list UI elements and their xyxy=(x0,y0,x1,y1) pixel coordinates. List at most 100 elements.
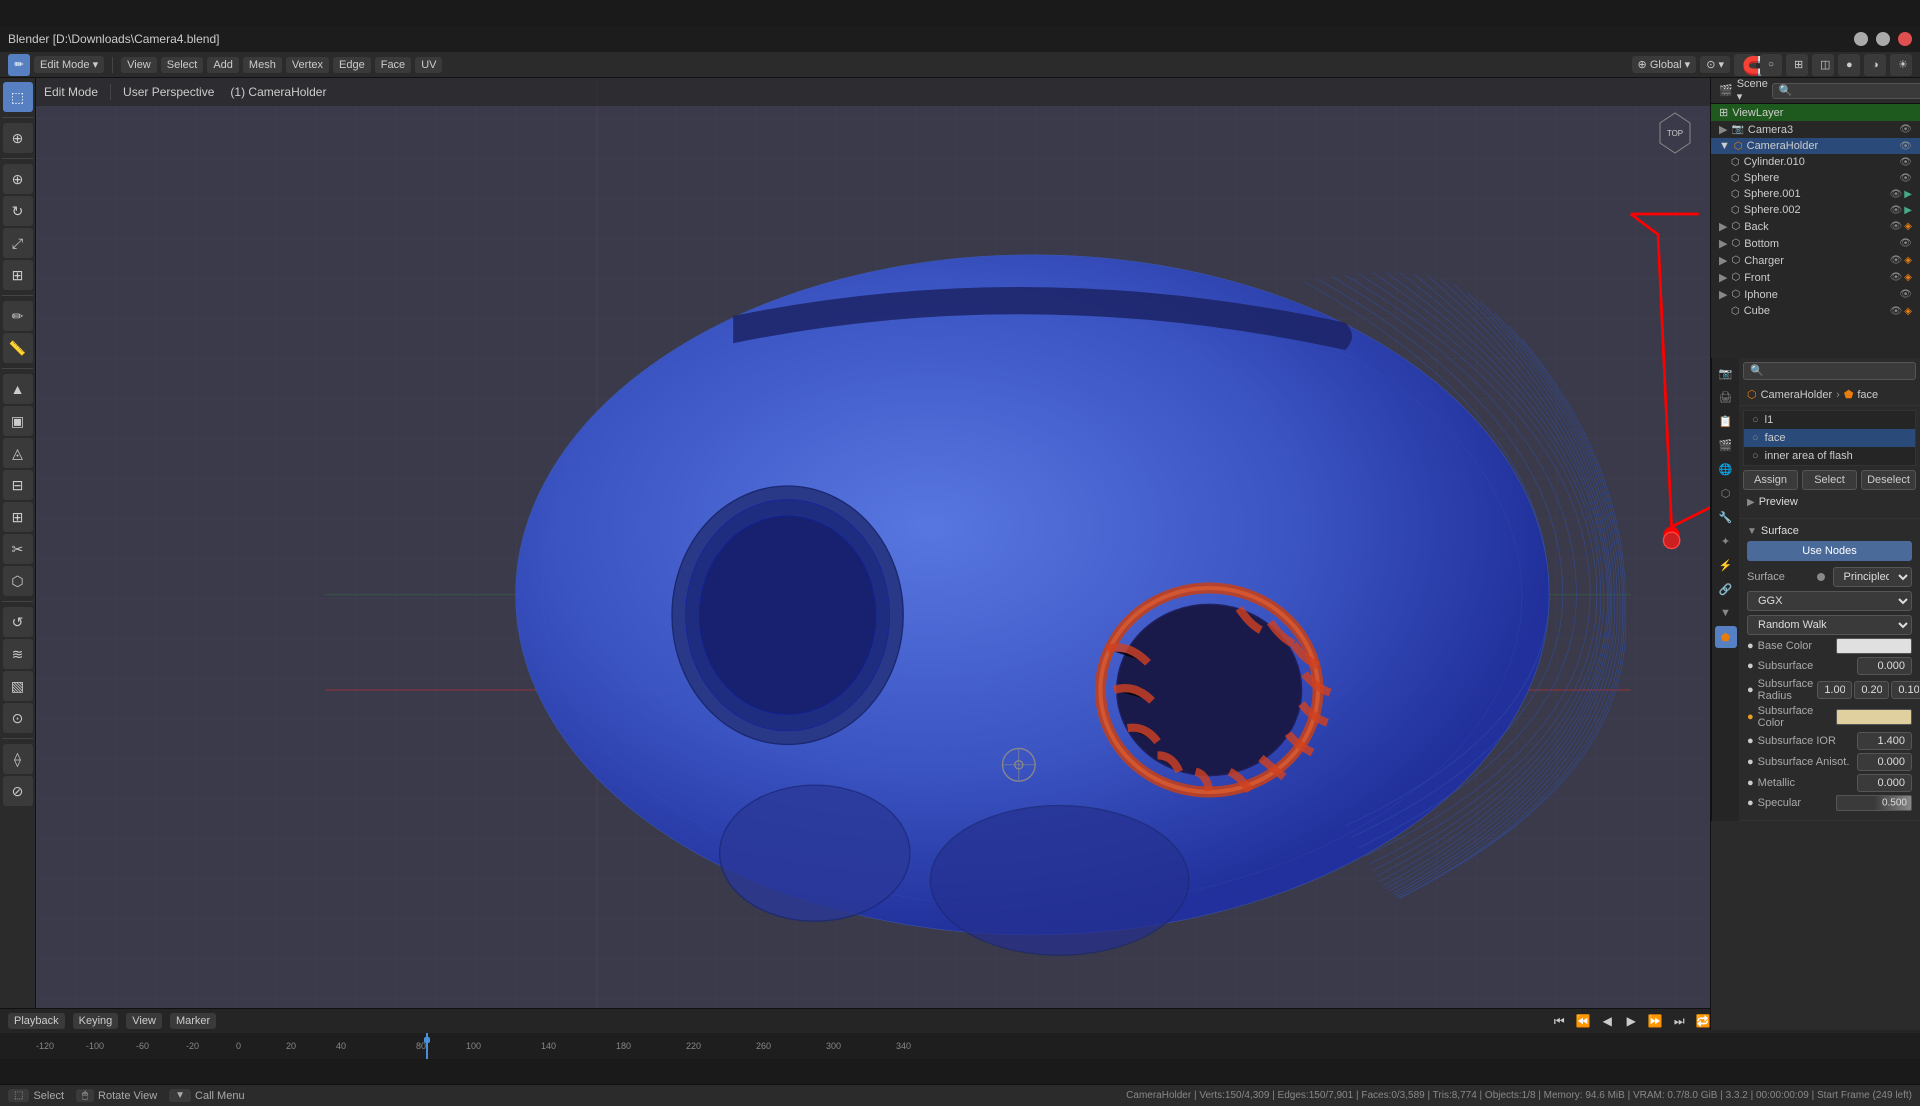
maximize-btn[interactable] xyxy=(1876,32,1890,46)
pivot-dropdown[interactable]: ⊙ ▾ xyxy=(1700,56,1730,73)
edit-mode-btn[interactable]: ✏ xyxy=(8,54,30,76)
vertex-menu[interactable]: Vertex xyxy=(286,57,329,73)
view-layer-props-btn[interactable]: 📋 xyxy=(1715,410,1737,432)
subsurface-r1[interactable] xyxy=(1817,681,1852,699)
smooth-btn[interactable]: ≋ xyxy=(3,639,33,669)
constraints-props-btn[interactable]: 🔗 xyxy=(1715,578,1737,600)
overlay-btn[interactable]: ⊞ xyxy=(1786,54,1808,76)
close-btn[interactable] xyxy=(1898,32,1912,46)
select-btn[interactable]: Select xyxy=(1802,470,1857,490)
use-nodes-btn[interactable]: Use Nodes xyxy=(1747,541,1912,561)
transform-dropdown[interactable]: ⊕ Global ▾ xyxy=(1632,56,1697,73)
shear-btn[interactable]: ▧ xyxy=(3,671,33,701)
base-color-swatch[interactable] xyxy=(1836,638,1912,654)
uv-menu[interactable]: UV xyxy=(415,57,442,73)
rip-btn[interactable]: ⊘ xyxy=(3,776,33,806)
bevel-btn[interactable]: ◬ xyxy=(3,438,33,468)
select-menu[interactable]: Select xyxy=(161,57,204,73)
extrude-btn[interactable]: ▲ xyxy=(3,374,33,404)
rotate-btn[interactable]: ↻ xyxy=(3,196,33,226)
add-menu[interactable]: Add xyxy=(207,57,239,73)
play-reverse-btn[interactable]: ◀ xyxy=(1597,1011,1617,1031)
object-props-btn[interactable]: ⬡ xyxy=(1715,482,1737,504)
step-back-btn[interactable]: ⏪ xyxy=(1573,1011,1593,1031)
scene-item-cylinder010[interactable]: ⬡ Cylinder.010 👁 xyxy=(1711,154,1920,170)
assign-btn[interactable]: Assign xyxy=(1743,470,1798,490)
viewport-3d[interactable]: Edit Mode User Perspective (1) CameraHol… xyxy=(36,78,1920,1030)
distribution-select[interactable]: GGX xyxy=(1747,591,1912,611)
data-props-btn[interactable]: ▼ xyxy=(1715,602,1737,624)
output-props-btn[interactable]: 🖨 xyxy=(1715,386,1737,408)
mat-slot-l1[interactable]: ○ l1 xyxy=(1744,411,1915,429)
marker-dropdown[interactable]: Marker xyxy=(170,1013,216,1029)
scene-props-btn[interactable]: 🎬 xyxy=(1715,434,1737,456)
move-btn[interactable]: ⊕ xyxy=(3,164,33,194)
select-box-btn[interactable]: ⬚ xyxy=(3,82,33,112)
surface-section-header[interactable]: ▼ Surface xyxy=(1747,525,1912,537)
scene-item-front[interactable]: ▶ ⬡ Front 👁 ◈ xyxy=(1711,269,1920,286)
rendered-shading-btn[interactable]: ☀ xyxy=(1890,54,1912,76)
step-forward-btn[interactable]: ⏩ xyxy=(1645,1011,1665,1031)
scene-item-sphere[interactable]: ⬡ Sphere 👁 xyxy=(1711,170,1920,186)
mesh-menu[interactable]: Mesh xyxy=(243,57,282,73)
outliner-search[interactable] xyxy=(1772,83,1920,99)
scene-item-back[interactable]: ▶ ⬡ Back 👁 ◈ xyxy=(1711,218,1920,235)
scene-item-bottom[interactable]: ▶ ⬡ Bottom 👁 xyxy=(1711,235,1920,252)
scene-item-sphere001[interactable]: ⬡ Sphere.001 👁 ▶ xyxy=(1711,186,1920,202)
annotate-btn[interactable]: ✏ xyxy=(3,301,33,331)
face-menu[interactable]: Face xyxy=(375,57,411,73)
scene-item-cube[interactable]: ⬡ Cube 👁 ◈ xyxy=(1711,303,1920,319)
world-props-btn[interactable]: 🌐 xyxy=(1715,458,1737,480)
jump-end-btn[interactable]: ⏭ xyxy=(1669,1011,1689,1031)
scene-item-camera3[interactable]: ▶ 📷 Camera3 👁 xyxy=(1711,121,1920,138)
cursor-btn[interactable]: ⊕ xyxy=(3,123,33,153)
xray-btn[interactable]: ◫ xyxy=(1812,54,1834,76)
minimize-btn[interactable] xyxy=(1854,32,1868,46)
material-props-btn[interactable]: ⬟ xyxy=(1715,626,1737,648)
material-shading-btn[interactable]: ◑ xyxy=(1864,54,1886,76)
view-dropdown[interactable]: View xyxy=(126,1013,162,1029)
mat-slot-face[interactable]: ○ face xyxy=(1744,429,1915,447)
metallic-input[interactable] xyxy=(1857,774,1912,792)
playback-dropdown[interactable]: Playback xyxy=(8,1013,65,1029)
subsurface-color-swatch[interactable] xyxy=(1836,709,1912,725)
scene-item-charger[interactable]: ▶ ⬡ Charger 👁 ◈ xyxy=(1711,252,1920,269)
render-props-btn[interactable]: 📷 xyxy=(1715,362,1737,384)
offset-btn[interactable]: ⊞ xyxy=(3,502,33,532)
poly-build-btn[interactable]: ⬡ xyxy=(3,566,33,596)
view-menu[interactable]: View xyxy=(121,57,157,73)
physics-props-btn[interactable]: ⚡ xyxy=(1715,554,1737,576)
mode-dropdown[interactable]: Edit Mode ▾ xyxy=(34,56,104,73)
proportional-btn[interactable]: ○ xyxy=(1760,54,1782,76)
mat-slot-inner-flash[interactable]: ○ inner area of flash xyxy=(1744,447,1915,465)
measure-btn[interactable]: 📏 xyxy=(3,333,33,363)
edge-menu[interactable]: Edge xyxy=(333,57,371,73)
subsurface-input[interactable] xyxy=(1857,657,1912,675)
spin-btn[interactable]: ↺ xyxy=(3,607,33,637)
scene-item-cameraholder[interactable]: ▼ ⬡ CameraHolder 👁 xyxy=(1711,138,1920,154)
subsurface-method-select[interactable]: Random Walk xyxy=(1747,615,1912,635)
view-cube[interactable]: TOP xyxy=(1650,108,1700,158)
scene-item-sphere002[interactable]: ⬡ Sphere.002 👁 ▶ xyxy=(1711,202,1920,218)
scene-item-iphone[interactable]: ▶ ⬡ Iphone 👁 xyxy=(1711,286,1920,303)
knife-btn[interactable]: ✂ xyxy=(3,534,33,564)
scene-dropdown[interactable]: Scene ▾ xyxy=(1737,78,1768,103)
inset-btn[interactable]: ▣ xyxy=(3,406,33,436)
specular-slider[interactable]: 0.500 xyxy=(1836,795,1912,811)
snap-btn[interactable]: 🧲 xyxy=(1734,54,1756,76)
props-search-input[interactable] xyxy=(1743,362,1916,380)
loop-cut-btn[interactable]: ⊟ xyxy=(3,470,33,500)
shrink-fatten-btn[interactable]: ⊙ xyxy=(3,703,33,733)
subsurface-r3[interactable] xyxy=(1891,681,1920,699)
scale-btn[interactable]: ⤢ xyxy=(3,228,33,258)
solid-shading-btn[interactable]: ● xyxy=(1838,54,1860,76)
play-btn[interactable]: ▶ xyxy=(1621,1011,1641,1031)
subsurface-anisot-input[interactable] xyxy=(1857,753,1912,771)
subsurface-r2[interactable] xyxy=(1854,681,1889,699)
preview-section[interactable]: ▶ Preview xyxy=(1739,490,1920,519)
vertex-slide-btn[interactable]: ⟠ xyxy=(3,744,33,774)
modifier-props-btn[interactable]: 🔧 xyxy=(1715,506,1737,528)
particles-props-btn[interactable]: ✦ xyxy=(1715,530,1737,552)
surface-select[interactable]: Principled BSDF xyxy=(1833,567,1913,587)
deselect-btn[interactable]: Deselect xyxy=(1861,470,1916,490)
